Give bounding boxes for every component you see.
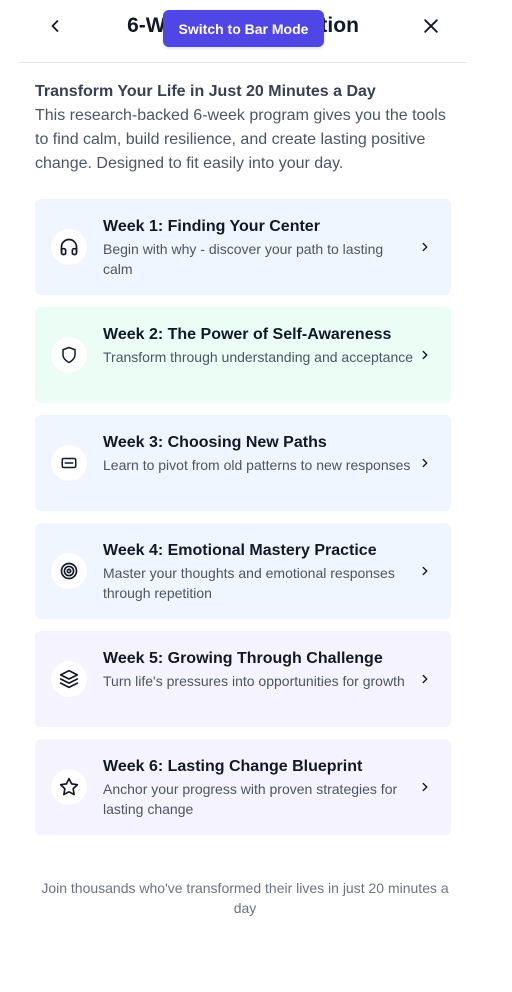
week-title: Week 1: Finding Your Center [103,218,320,235]
week-description: Begin with why - discover your path to l… [103,241,384,277]
target-icon [60,562,78,580]
intro-section: Transform Your Life in Just 20 Minutes a… [35,80,455,176]
footer-text: Join thousands who've transformed their … [41,880,449,916]
chevron-right-icon [417,455,433,471]
week-title: Week 4: Emotional Mastery Practice [103,542,377,559]
week-icon-container [51,445,87,481]
shield-icon [62,346,76,364]
week-description: Transform through understanding and acce… [103,349,414,365]
week-title: Week 2: The Power of Self-Awareness [103,326,392,343]
week-icon-container [51,769,87,805]
chevron-right-icon [417,563,433,579]
week-card-4[interactable]: Week 4: Emotional Mastery Practice Maste… [35,523,451,619]
week-card-3[interactable]: Week 3: Choosing New Paths Learn to pivo… [35,415,451,511]
card-icon [61,457,77,469]
week-list: Week 1: Finding Your Center Begin with w… [35,199,451,847]
week-icon-container [51,661,87,697]
week-title: Week 3: Choosing New Paths [103,434,327,451]
headphones-icon [60,238,78,256]
week-title: Week 6: Lasting Change Blueprint [103,758,363,775]
close-icon [424,19,438,33]
week-description: Learn to pivot from old patterns to new … [103,457,411,473]
week-card-1[interactable]: Week 1: Finding Your Center Begin with w… [35,199,451,295]
switch-to-bar-mode-button[interactable]: Switch to Bar Mode [163,10,324,47]
chevron-right-icon [417,239,433,255]
intro-text: This research-backed 6-week program give… [35,107,446,172]
chevron-right-icon [417,779,433,795]
layers-icon [59,669,79,689]
week-description: Anchor your progress with proven strateg… [103,781,398,817]
week-description: Master your thoughts and emotional respo… [103,565,395,601]
week-icon-container [51,229,87,265]
week-card-6[interactable]: Week 6: Lasting Change Blueprint Anchor … [35,739,451,835]
star-icon [59,777,79,796]
week-icon-container [51,553,87,589]
intro-heading: Transform Your Life in Just 20 Minutes a… [35,83,376,100]
close-button[interactable] [417,12,445,40]
week-card-5[interactable]: Week 5: Growing Through Challenge Turn l… [35,631,451,727]
chevron-right-icon [417,671,433,687]
week-description: Turn life's pressures into opportunities… [103,673,405,689]
week-title: Week 5: Growing Through Challenge [103,650,383,667]
week-icon-container [51,337,87,373]
chevron-right-icon [417,347,433,363]
week-card-2[interactable]: Week 2: The Power of Self-Awareness Tran… [35,307,451,403]
